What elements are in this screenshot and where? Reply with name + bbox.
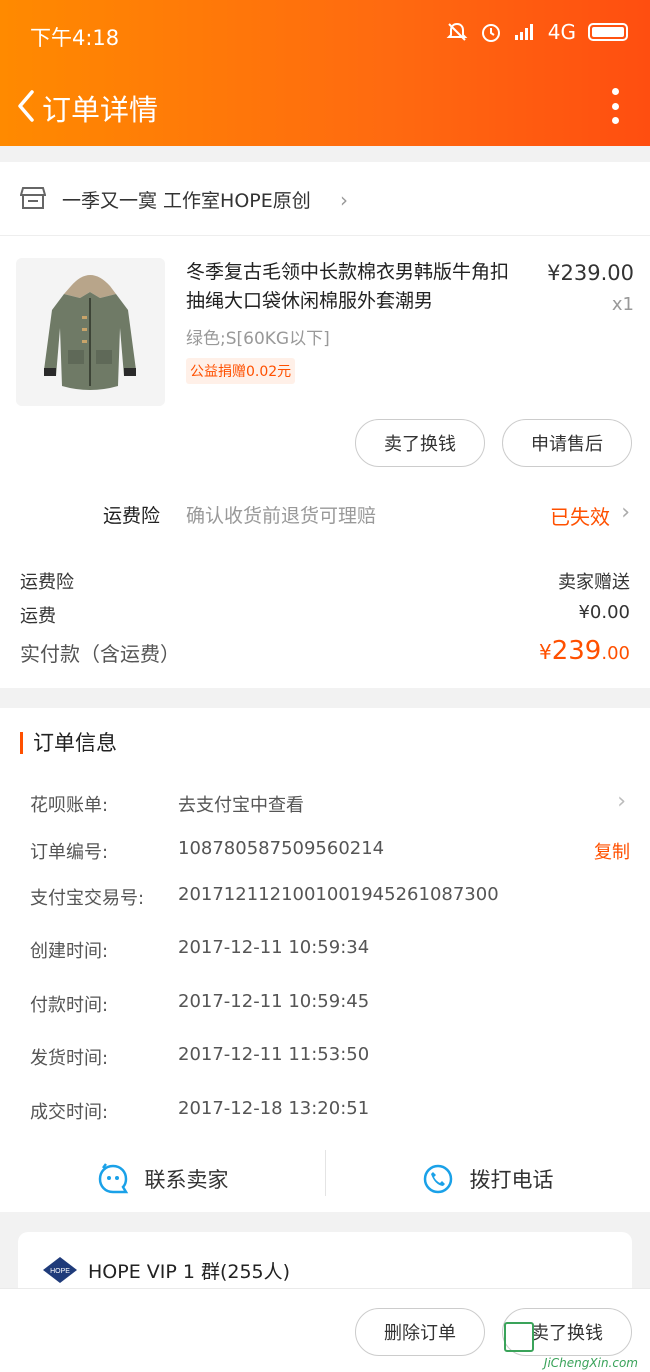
- bottom-action-bar: 删除订单 卖了换钱: [0, 1288, 650, 1372]
- alipay-trade-value: 2017121121001001945261087300: [178, 884, 499, 905]
- header-bar: 下午4:18 4G 订单详情: [0, 0, 650, 146]
- paid-time-value: 2017-12-11 10:59:45: [178, 991, 370, 1012]
- order-info-card: 订单信息 花呗账单: 去支付宝中查看 › 订单编号: 1087805875095…: [0, 708, 650, 1212]
- parka-image: [16, 258, 165, 406]
- order-number-label: 订单编号:: [30, 842, 109, 863]
- phone-icon: [423, 1164, 452, 1194]
- battery-icon: [588, 23, 628, 41]
- call-phone-button[interactable]: 拨打电话: [325, 1148, 650, 1210]
- bottom-sell-for-cash-button[interactable]: 卖了换钱: [502, 1308, 632, 1356]
- total-paid-label: 实付款（含运费）: [20, 642, 180, 666]
- sell-for-cash-button[interactable]: 卖了换钱: [355, 419, 485, 467]
- shipped-time-value: 2017-12-11 11:53:50: [178, 1044, 370, 1065]
- bottom-sell-for-cash-label: 卖了换钱: [531, 1323, 603, 1344]
- product-image[interactable]: [16, 258, 165, 406]
- chevron-right-icon: ›: [621, 500, 630, 525]
- status-icons: 4G: [446, 20, 628, 44]
- signal-icon: [514, 24, 533, 40]
- chat-bubble-icon: [98, 1163, 128, 1194]
- store-icon: [20, 187, 46, 209]
- paid-time-label: 付款时间:: [30, 995, 109, 1016]
- back-arrow-icon[interactable]: [12, 86, 42, 126]
- insurance-desc: 确认收货前退货可理赔: [186, 505, 377, 527]
- hope-logo-icon: HOPE: [43, 1257, 77, 1283]
- product-title[interactable]: 冬季复古毛领中长款棉衣男韩版牛角扣抽绳大口袋休闲棉服外套潮男: [186, 258, 526, 316]
- delete-order-label: 删除订单: [384, 1323, 456, 1344]
- status-bar: 下午4:18 4G: [0, 0, 650, 70]
- created-time-label: 创建时间:: [30, 941, 109, 962]
- fee-shipping-value: ¥0.00: [578, 602, 630, 623]
- call-phone-label: 拨打电话: [469, 1168, 554, 1192]
- status-time: 下午4:18: [30, 26, 120, 50]
- product-price: ¥239.00: [547, 261, 634, 285]
- order-product-card: 一季又一寞 工作室HOPE原创 › 冬季复古毛领中长款棉衣男韩版牛角扣抽绳大口袋…: [0, 162, 650, 688]
- chevron-right-icon: ›: [617, 789, 626, 814]
- shipped-time-label: 发货时间:: [30, 1048, 109, 1069]
- closed-time-label: 成交时间:: [30, 1102, 109, 1123]
- alipay-trade-label: 支付宝交易号:: [30, 888, 145, 909]
- network-type: 4G: [547, 20, 576, 44]
- huabei-value: 去支付宝中查看: [178, 795, 304, 816]
- group-name: HOPE VIP 1 群(255人): [88, 1261, 291, 1283]
- charity-badge: 公益捐赠0.02元: [186, 358, 296, 384]
- contact-seller-button[interactable]: 联系卖家: [0, 1148, 325, 1210]
- created-time-value: 2017-12-11 10:59:34: [178, 937, 370, 958]
- nav-bar: 订单详情: [0, 70, 650, 146]
- total-integer: 239: [551, 636, 602, 666]
- product-quantity: x1: [611, 294, 634, 315]
- total-currency: ¥: [538, 640, 552, 664]
- fee-shipping-row: 运费 ¥0.00: [20, 602, 630, 628]
- total-paid-row: 实付款（含运费） ¥239.00: [20, 636, 630, 667]
- fee-insurance-row: 运费险 卖家赠送: [20, 568, 630, 594]
- sell-for-cash-label: 卖了换钱: [384, 434, 456, 455]
- after-sale-label: 申请售后: [531, 434, 603, 455]
- total-paid-amount: ¥239.00: [539, 636, 630, 666]
- delete-order-button[interactable]: 删除订单: [355, 1308, 485, 1356]
- order-number-value: 108780587509560214: [178, 838, 385, 859]
- total-decimal: .00: [601, 643, 630, 664]
- hope-logo-text: HOPE: [50, 1268, 70, 1275]
- fee-insurance-label: 运费险: [20, 572, 74, 593]
- contact-seller-label: 联系卖家: [144, 1168, 229, 1192]
- mute-notification-icon: [446, 22, 468, 41]
- chevron-right-icon: ›: [340, 188, 348, 212]
- contact-bar: 联系卖家 拨打电话: [0, 1148, 650, 1210]
- shipping-insurance-row[interactable]: 运费险 确认收货前退货可理赔 已失效 ›: [0, 484, 650, 544]
- closed-time-value: 2017-12-18 13:20:51: [178, 1098, 370, 1119]
- insurance-label: 运费险: [103, 505, 161, 527]
- page-title: 订单详情: [42, 93, 159, 127]
- fee-insurance-value: 卖家赠送: [558, 572, 630, 593]
- insurance-status: 已失效: [550, 505, 610, 529]
- order-info-header: 订单信息: [20, 732, 117, 754]
- fee-shipping-label: 运费: [20, 606, 56, 627]
- huabei-label: 花呗账单:: [30, 795, 109, 816]
- shop-name: 一季又一寞 工作室HOPE原创: [62, 190, 311, 212]
- copy-button[interactable]: 复制: [594, 838, 630, 864]
- shop-row[interactable]: 一季又一寞 工作室HOPE原创 ›: [0, 162, 650, 236]
- more-menu-icon[interactable]: [610, 88, 620, 124]
- alarm-icon: [481, 24, 500, 42]
- after-sale-button[interactable]: 申请售后: [502, 419, 632, 467]
- product-spec: 绿色;S[60KG以下]: [186, 329, 330, 349]
